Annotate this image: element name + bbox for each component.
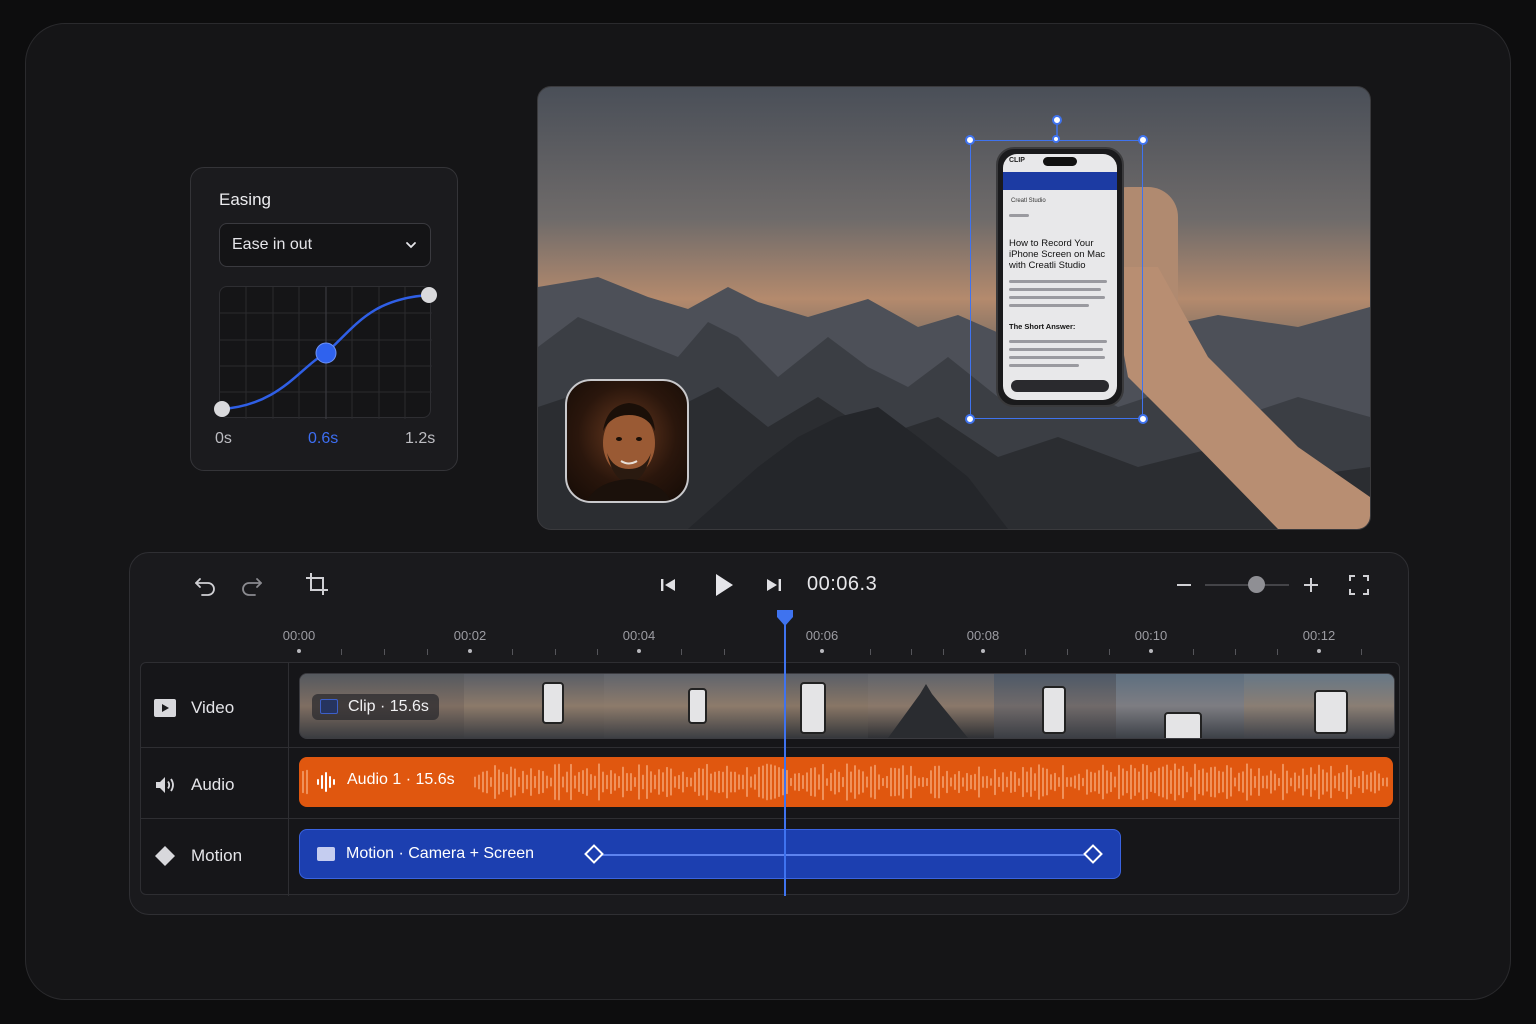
ruler-label: 00:06 [805,628,839,643]
keyframe-diamond-icon [155,846,175,866]
ruler-label: 00:04 [622,628,656,643]
crop-icon[interactable] [304,571,330,597]
undo-icon[interactable] [192,571,218,597]
skip-back-icon[interactable] [655,572,681,598]
keyframe-start[interactable] [584,844,604,864]
motion-track-label: Motion [191,846,243,865]
video-clip[interactable]: Clip · 15.6s [299,673,1395,739]
selection-box[interactable] [965,115,1148,424]
zoom-out-icon[interactable] [1171,572,1197,598]
zoom-in-icon[interactable] [1298,572,1324,598]
person-face [587,403,671,501]
ruler-label: 00:12 [1302,628,1336,643]
playhead[interactable] [784,623,786,896]
skip-forward-icon[interactable] [761,572,787,598]
zoom-slider[interactable] [1205,584,1289,586]
easing-selected-value: Ease in out [232,236,313,253]
image-icon [320,699,338,714]
motion-clip-label: Motion · Camera + Screen [346,845,535,862]
speaker-icon [156,777,174,793]
redo-icon[interactable] [239,571,265,597]
curve-end-handle [421,287,437,303]
video-clip-label: Clip · 15.6s [312,694,439,720]
resize-handle-bottom-right[interactable] [1138,414,1148,424]
audio-track-label: Audio [191,775,235,794]
video-track-icon [154,699,176,717]
motion-interpolation-line [594,854,1092,856]
timeline-panel: 00:06.3 00:00 00:02 00:04 00:06 00:08 00… [129,552,1409,915]
video-track-label: Video [191,698,235,717]
ruler-label: 00:02 [453,628,487,643]
webcam-overlay[interactable] [565,379,689,503]
curve-mid-handle [315,342,337,364]
easing-panel: Easing Ease in out 0s 0.6s 1.2s [190,167,458,471]
easing-curve-editor[interactable] [214,286,437,419]
easing-tick-mid: 0.6s [308,430,339,447]
easing-dropdown[interactable]: Ease in out [219,223,431,267]
easing-title: Easing [219,190,271,209]
playhead-handle[interactable] [776,609,794,627]
fullscreen-icon[interactable] [1346,572,1372,598]
curve-start-handle [214,401,230,417]
easing-tick-start: 0s [215,430,232,447]
ruler-label: 00:10 [1134,628,1168,643]
screen-icon [317,847,335,861]
video-preview[interactable]: CLIP Creatl Studio How to Record Your iP… [537,86,1371,530]
keyframe-end[interactable] [1083,844,1103,864]
track-area: Video Audio Motion Clip · 15.6s Audio 1 … [140,662,1400,896]
rotate-handle[interactable] [1052,115,1062,125]
chevron-down-icon [406,242,416,249]
play-icon[interactable] [708,570,738,600]
zoom-slider-knob[interactable] [1248,576,1265,593]
resize-handle-bottom-left[interactable] [965,414,975,424]
audio-clip-label: Audio 1 · 15.6s [347,771,455,788]
resize-handle-top-right[interactable] [1138,135,1148,145]
easing-tick-end: 1.2s [405,430,436,447]
ruler-label: 00:00 [282,628,316,643]
audio-waveform [302,763,1388,801]
resize-handle-top-left[interactable] [965,135,975,145]
motion-clip[interactable]: Motion · Camera + Screen [299,829,1121,879]
waveform-icon [317,772,335,792]
top-center-handle[interactable] [1052,135,1060,143]
ruler-label: 00:08 [966,628,1000,643]
timecode: 00:06.3 [807,573,878,595]
audio-clip[interactable]: Audio 1 · 15.6s [299,757,1393,807]
